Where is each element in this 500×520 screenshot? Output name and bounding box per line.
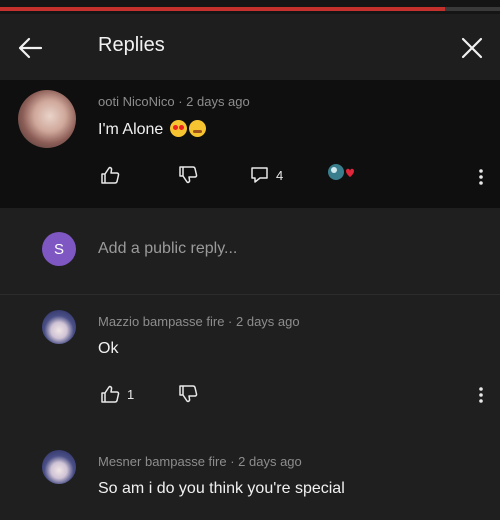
avatar[interactable]: [18, 90, 76, 148]
heart-eyes-emoji: [169, 120, 187, 137]
reply-composer: S: [0, 208, 500, 294]
avatar[interactable]: [42, 450, 76, 484]
like-button[interactable]: 1: [100, 385, 134, 403]
comment-author-meta[interactable]: ooti NicoNico · 2 days ago: [98, 94, 250, 109]
hot-face-emoji: [188, 120, 206, 137]
like-count: 1: [127, 386, 135, 402]
progress-played: [0, 7, 445, 11]
dislike-button[interactable]: [178, 385, 198, 403]
reply-text: Ok: [98, 340, 119, 357]
reply-text: So am i do you think you're special: [98, 480, 345, 497]
comment-icon: [251, 167, 268, 183]
close-button[interactable]: [456, 32, 488, 64]
divider: [0, 294, 500, 295]
reply-author-meta[interactable]: Mazzio bampasse fire · 2 days ago: [98, 314, 300, 329]
thumbs-up-icon: [101, 166, 120, 184]
comment-text: I'm Alone: [98, 120, 206, 139]
like-button[interactable]: [100, 166, 120, 184]
creator-heart-badge: [326, 162, 356, 182]
arrow-left-icon: [18, 37, 43, 59]
avatar[interactable]: [42, 310, 76, 344]
parent-comment: ooti NicoNico · 2 days ago I'm Alone 4: [0, 80, 500, 208]
reply-author-meta[interactable]: Mesner bampasse fire · 2 days ago: [98, 454, 302, 469]
back-button[interactable]: [14, 32, 46, 64]
comment-text-content: I'm Alone: [98, 121, 164, 138]
reply-count: 4: [276, 167, 284, 183]
more-vertical-icon: [479, 169, 483, 185]
reply-input[interactable]: [98, 236, 458, 262]
page-title: Replies: [98, 34, 165, 56]
dislike-button[interactable]: [178, 166, 198, 184]
user-avatar: S: [42, 232, 76, 266]
thumbs-down-icon: [179, 385, 198, 403]
replies-button[interactable]: 4: [250, 166, 283, 184]
close-icon: [461, 37, 483, 59]
more-options-button[interactable]: [478, 168, 484, 191]
replies-header: Replies: [0, 14, 500, 80]
video-progress-bar[interactable]: [0, 0, 500, 14]
more-options-button[interactable]: [478, 386, 484, 409]
more-vertical-icon: [479, 387, 483, 403]
heart-icon: [328, 164, 354, 180]
thumbs-down-icon: [179, 166, 198, 184]
thumbs-up-icon: [101, 385, 120, 403]
progress-remaining: [445, 7, 500, 11]
